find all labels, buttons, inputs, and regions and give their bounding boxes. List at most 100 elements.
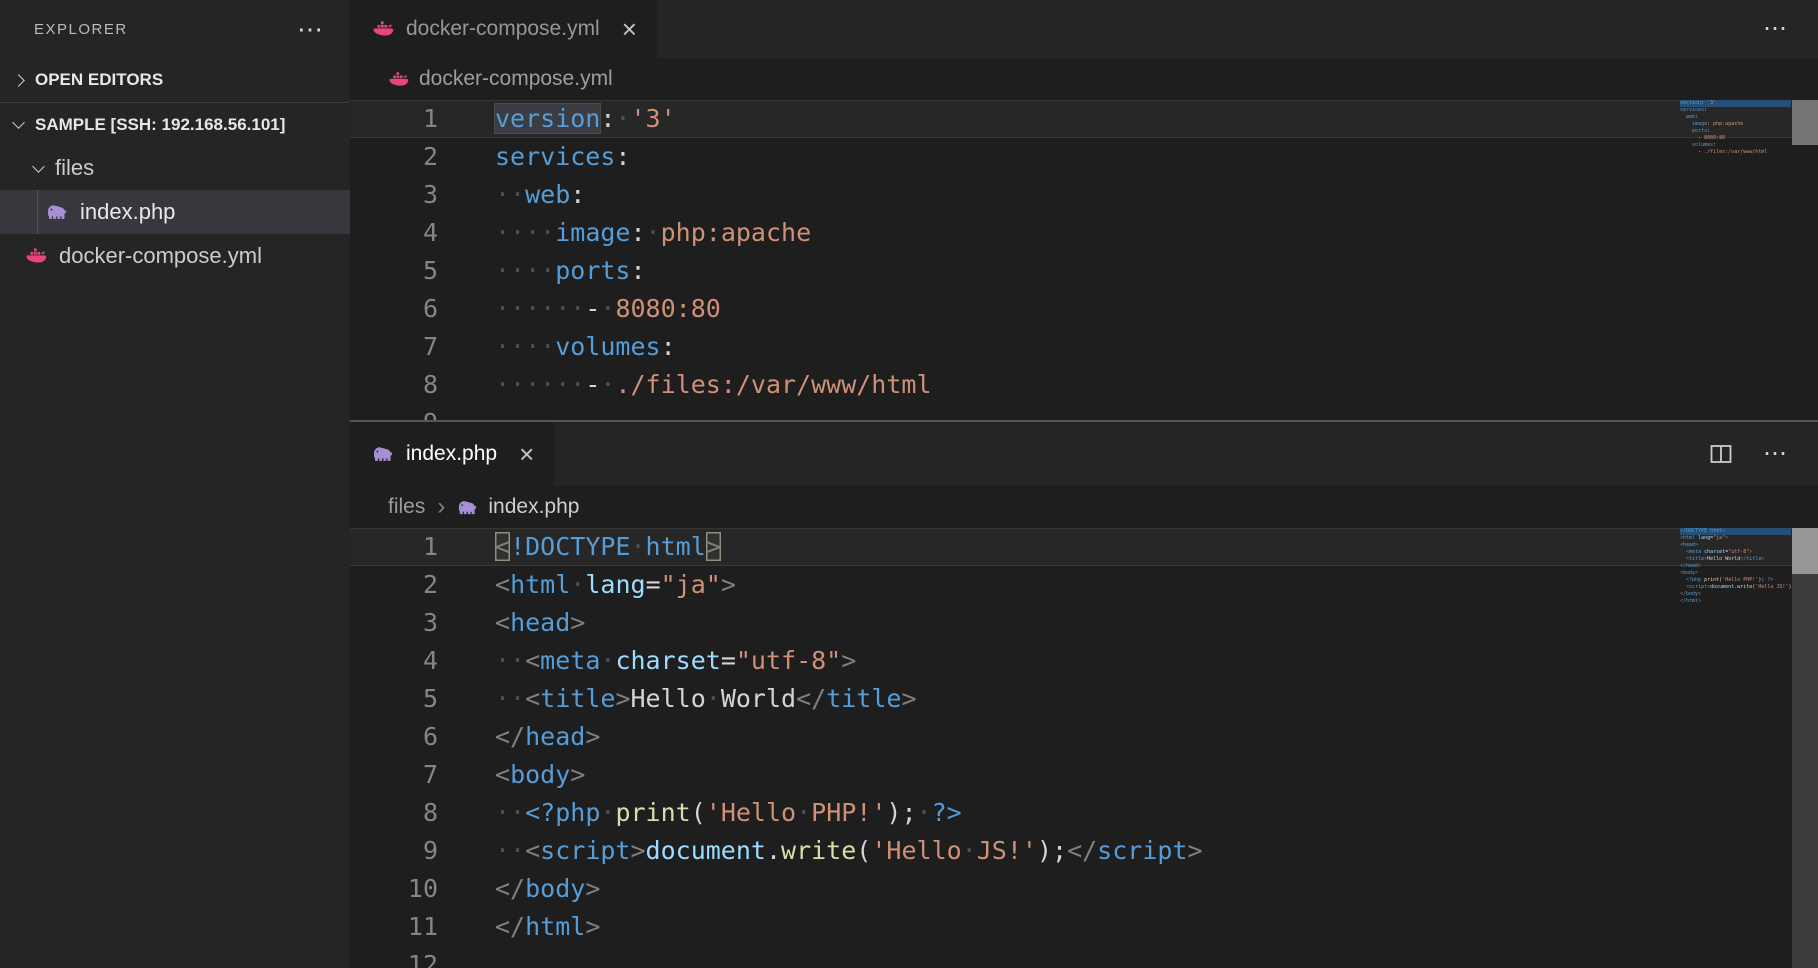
docker-icon: [25, 245, 47, 267]
breadcrumb-separator: ›: [437, 493, 445, 521]
editor-actions-top: ⋯: [1763, 24, 1818, 34]
line-number: 9: [350, 832, 438, 870]
code-line[interactable]: 7<body>: [350, 756, 1818, 794]
line-content: </head>: [438, 718, 600, 756]
chevron-right-icon: [12, 74, 25, 87]
line-number: 4: [350, 642, 438, 680]
php-icon: [46, 201, 68, 223]
tree-item-files-folder[interactable]: files: [0, 146, 350, 190]
code-editor-yaml[interactable]: 1version:·'3'2services:3··web:4····image…: [350, 100, 1818, 420]
code-line[interactable]: 6······-·8080:80: [350, 290, 1818, 328]
open-editors-section[interactable]: OPEN EDITORS: [0, 58, 350, 102]
code-line[interactable]: 8······-·./files:/var/www/html: [350, 366, 1818, 404]
code-line[interactable]: 9: [350, 404, 1818, 420]
code-line[interactable]: 4····image:·php:apache: [350, 214, 1818, 252]
line-content: </html>: [438, 908, 600, 946]
scrollbar-thumb[interactable]: [1792, 528, 1818, 574]
more-actions-icon[interactable]: ⋯: [1763, 449, 1788, 459]
tree-item-index-php[interactable]: index.php: [0, 190, 350, 234]
editor-actions-bottom: ⋯: [1709, 442, 1818, 466]
explorer-sidebar: EXPLORER ⋯ OPEN EDITORS SAMPLE [SSH: 192…: [0, 0, 350, 968]
split-editor-icon[interactable]: [1709, 442, 1733, 466]
docker-icon: [372, 18, 394, 40]
close-tab-icon[interactable]: ×: [519, 441, 534, 467]
line-content: ··<title>Hello·World</title>: [438, 680, 917, 718]
breadcrumb-bottom: files › index.php: [350, 486, 1818, 528]
tab-label: index.php: [406, 442, 497, 466]
explorer-header: EXPLORER ⋯: [0, 0, 350, 58]
tab-bar-bottom: index.php × ⋯: [350, 422, 1818, 486]
close-tab-icon[interactable]: ×: [622, 16, 637, 42]
file-label: docker-compose.yml: [59, 243, 262, 269]
code-line[interactable]: 12: [350, 946, 1818, 968]
code-editor-php[interactable]: 1<!DOCTYPE·html>2<html·lang="ja">3<head>…: [350, 528, 1818, 968]
code-line[interactable]: 5····ports:: [350, 252, 1818, 290]
tab-index-php[interactable]: index.php ×: [350, 422, 554, 486]
vscode-window: EXPLORER ⋯ OPEN EDITORS SAMPLE [SSH: 192…: [0, 0, 1818, 968]
line-content: <!DOCTYPE·html>: [438, 528, 721, 566]
code-line[interactable]: 1version:·'3': [350, 100, 1818, 138]
code-line[interactable]: 4··<meta·charset="utf-8">: [350, 642, 1818, 680]
line-number: 9: [350, 404, 438, 420]
file-tree: files index.php docker-compose.yml: [0, 146, 350, 278]
code-line[interactable]: 3<head>: [350, 604, 1818, 642]
code-line[interactable]: 2services:: [350, 138, 1818, 176]
sidebar-more-actions-icon[interactable]: ⋯: [297, 24, 324, 34]
tab-bar-top: docker-compose.yml × ⋯: [350, 0, 1818, 58]
line-number: 5: [350, 680, 438, 718]
line-number: 8: [350, 366, 438, 404]
workspace-label: SAMPLE [SSH: 192.168.56.101]: [35, 115, 285, 135]
code-line[interactable]: 8··<?php·print('Hello·PHP!');·?>: [350, 794, 1818, 832]
file-label: index.php: [80, 199, 175, 225]
breadcrumb-item-file[interactable]: index.php: [488, 495, 579, 519]
folder-label: files: [55, 155, 94, 181]
line-content: <body>: [438, 756, 585, 794]
breadcrumb-item[interactable]: docker-compose.yml: [419, 67, 613, 91]
open-editors-label: OPEN EDITORS: [35, 70, 163, 90]
more-actions-icon[interactable]: ⋯: [1763, 24, 1788, 34]
php-icon: [457, 497, 478, 518]
line-number: 5: [350, 252, 438, 290]
scrollbar-track[interactable]: [1792, 528, 1818, 968]
line-number: 12: [350, 946, 438, 968]
tab-label: docker-compose.yml: [406, 17, 600, 41]
scrollbar-thumb[interactable]: [1792, 100, 1818, 145]
line-content: <head>: [438, 604, 585, 642]
code-line[interactable]: 9··<script>document.write('Hello·JS!');<…: [350, 832, 1818, 870]
editor-area: docker-compose.yml × ⋯ docker-compose.ym…: [350, 0, 1818, 968]
editor-group-top: docker-compose.yml × ⋯ docker-compose.ym…: [350, 0, 1818, 422]
editor-group-bottom: index.php × ⋯ files ›: [350, 422, 1818, 968]
minimap[interactable]: <!DOCTYPE html><html lang="ja"><head> <m…: [1680, 528, 1791, 612]
chevron-down-icon: [32, 160, 45, 173]
line-content: ······-·8080:80: [438, 290, 721, 328]
php-icon: [372, 443, 394, 465]
line-number: 6: [350, 718, 438, 756]
line-number: 4: [350, 214, 438, 252]
line-number: 11: [350, 908, 438, 946]
code-line[interactable]: 6</head>: [350, 718, 1818, 756]
code-line[interactable]: 7····volumes:: [350, 328, 1818, 366]
tree-item-docker-compose[interactable]: docker-compose.yml: [0, 234, 350, 278]
code-line[interactable]: 10</body>: [350, 870, 1818, 908]
code-line[interactable]: 3··web:: [350, 176, 1818, 214]
tab-docker-compose[interactable]: docker-compose.yml ×: [350, 0, 657, 58]
line-number: 2: [350, 138, 438, 176]
minimap[interactable]: version: '3'services: web: image: php:ap…: [1680, 100, 1791, 163]
line-content: [438, 404, 495, 420]
code-line[interactable]: 11</html>: [350, 908, 1818, 946]
line-number: 3: [350, 604, 438, 642]
workspace-section[interactable]: SAMPLE [SSH: 192.168.56.101]: [0, 102, 350, 146]
line-number: 8: [350, 794, 438, 832]
line-content: ··<?php·print('Hello·PHP!');·?>: [438, 794, 962, 832]
code-line[interactable]: 5··<title>Hello·World</title>: [350, 680, 1818, 718]
line-number: 1: [350, 528, 438, 566]
line-content: ··<script>document.write('Hello·JS!');</…: [438, 832, 1203, 870]
code-line[interactable]: 1<!DOCTYPE·html>: [350, 528, 1818, 566]
line-content: ··<meta·charset="utf-8">: [438, 642, 856, 680]
line-content: </body>: [438, 870, 600, 908]
breadcrumb-item-files[interactable]: files: [388, 495, 425, 519]
explorer-title: EXPLORER: [34, 21, 128, 38]
line-content: version:·'3': [438, 100, 676, 138]
line-content: [438, 946, 495, 968]
code-line[interactable]: 2<html·lang="ja">: [350, 566, 1818, 604]
